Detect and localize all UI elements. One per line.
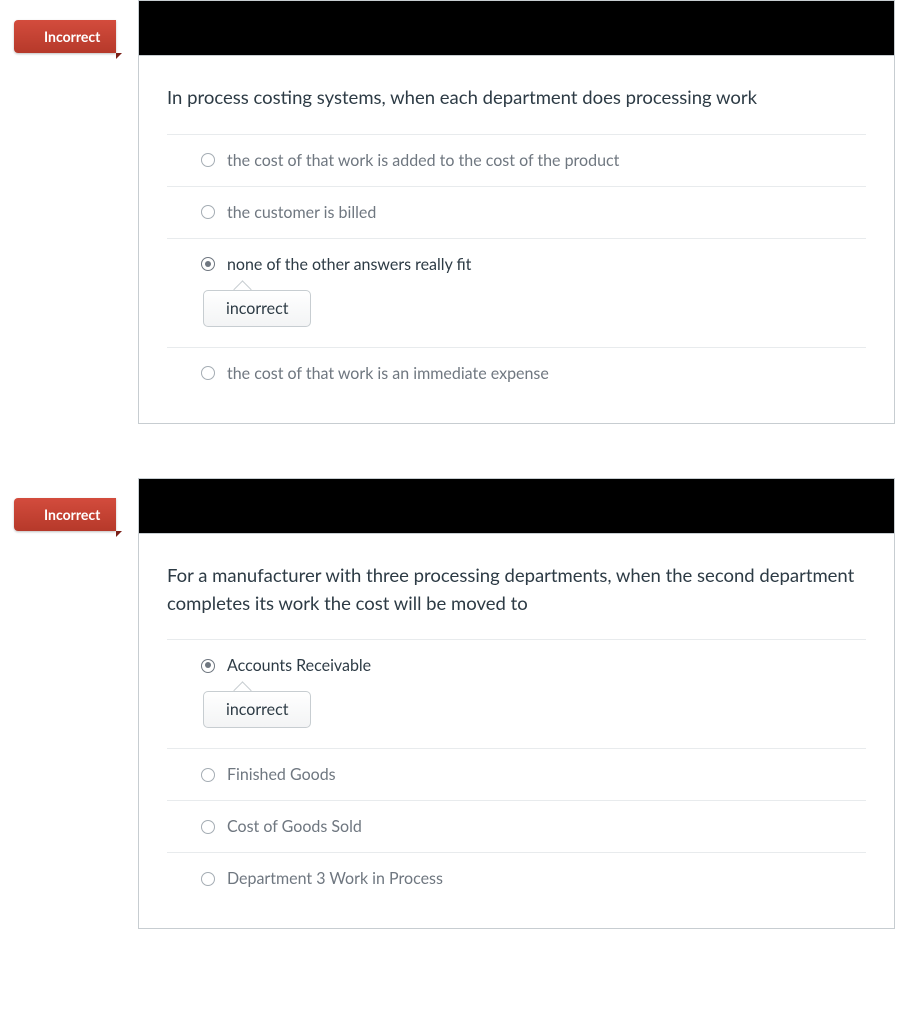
answer-option: Cost of Goods Sold — [167, 801, 866, 853]
radio-icon[interactable] — [201, 659, 215, 673]
answer-label: the cost of that work is an immediate ex… — [227, 364, 549, 383]
question-body: In process costing systems, when each de… — [139, 56, 894, 423]
answer-label: the customer is billed — [227, 203, 376, 222]
answer-option: the customer is billed — [167, 187, 866, 239]
radio-icon[interactable] — [201, 153, 215, 167]
question-header — [139, 479, 894, 534]
answer-option: the cost of that work is an immediate ex… — [167, 348, 866, 399]
answer-label: Accounts Receivable — [227, 656, 371, 675]
answer-options: the cost of that work is added to the co… — [167, 134, 866, 399]
answer-label: Department 3 Work in Process — [227, 869, 443, 888]
question-body: For a manufacturer with three processing… — [139, 534, 894, 929]
radio-icon[interactable] — [201, 872, 215, 886]
answer-label: the cost of that work is added to the co… — [227, 151, 619, 170]
result-flag: Incorrect — [14, 498, 116, 531]
question-stem: In process costing systems, when each de… — [167, 84, 866, 112]
radio-icon[interactable] — [201, 205, 215, 219]
quiz-review-page: Incorrect In process costing systems, wh… — [0, 0, 913, 1013]
answer-options: Accounts Receivable incorrect Finished G… — [167, 639, 866, 904]
question-card: For a manufacturer with three processing… — [138, 478, 895, 930]
question-block: Incorrect For a manufacturer with three … — [138, 478, 895, 930]
question-block: Incorrect In process costing systems, wh… — [138, 0, 895, 424]
feedback-bubble: incorrect — [203, 691, 311, 728]
answer-option: Finished Goods — [167, 749, 866, 801]
answer-label: Cost of Goods Sold — [227, 817, 362, 836]
radio-icon[interactable] — [201, 257, 215, 271]
answer-option: the cost of that work is added to the co… — [167, 135, 866, 187]
radio-icon[interactable] — [201, 768, 215, 782]
answer-option: Department 3 Work in Process — [167, 853, 866, 904]
question-header — [139, 1, 894, 56]
feedback-bubble: incorrect — [203, 290, 311, 327]
question-stem: For a manufacturer with three processing… — [167, 562, 866, 618]
answer-label: none of the other answers really fit — [227, 255, 471, 274]
answer-label: Finished Goods — [227, 765, 336, 784]
question-card: In process costing systems, when each de… — [138, 0, 895, 424]
result-flag: Incorrect — [14, 20, 116, 53]
radio-icon[interactable] — [201, 366, 215, 380]
radio-icon[interactable] — [201, 820, 215, 834]
answer-option: none of the other answers really fit inc… — [167, 239, 866, 348]
answer-option: Accounts Receivable incorrect — [167, 640, 866, 749]
